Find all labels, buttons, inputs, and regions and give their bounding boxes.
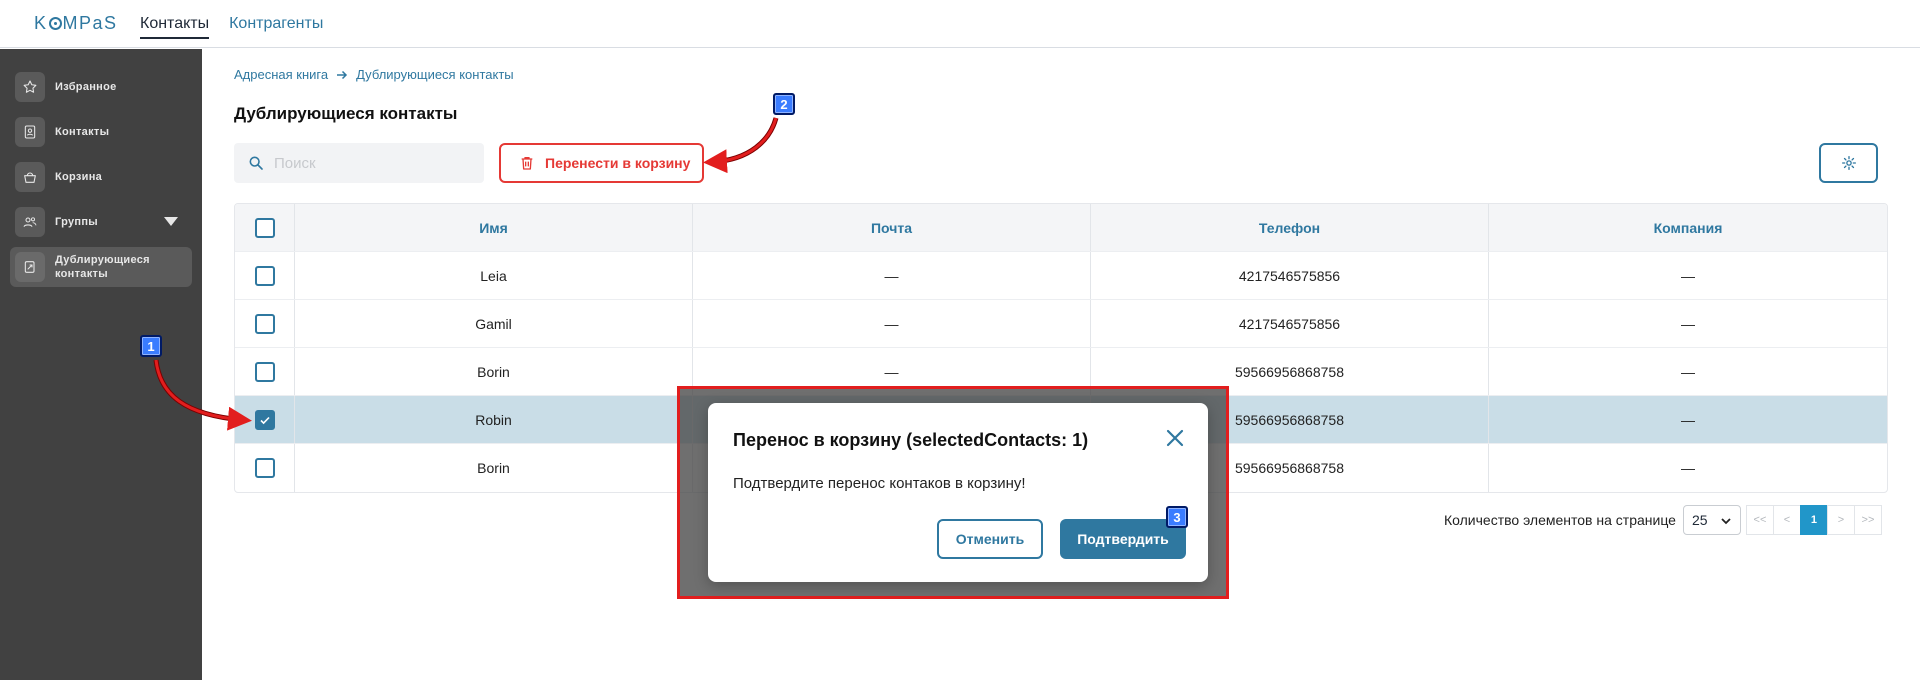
contact-card-icon [15,117,45,147]
table-row[interactable]: Leia — 4217546575856 — [235,252,1887,300]
page-size-select[interactable]: 25 [1682,505,1741,535]
sidebar: Избранное Контакты Корзина Группы Дублир… [0,49,202,680]
page-last-button[interactable]: >> [1853,505,1882,535]
page-size-label: Количество элементов на странице [1444,512,1676,528]
settings-button[interactable] [1819,143,1878,183]
chevron-down-icon[interactable] [164,217,178,226]
row-checkbox-cell [235,348,295,395]
sidebar-item-duplicates[interactable]: Дублирующиеся контакты [10,247,192,287]
column-header-company[interactable]: Компания [1489,204,1887,251]
row-checkbox[interactable] [254,313,275,334]
breadcrumb: Адресная книга Дублирующиеся контакты [234,67,514,82]
sidebar-item-label: Избранное [55,81,117,93]
chevron-down-icon [1721,518,1731,525]
cell-company: — [1681,460,1695,476]
row-checkbox-cell [235,396,295,443]
cell-phone: 4217546575856 [1091,300,1489,347]
page-number-button[interactable]: 1 [1799,505,1828,535]
breadcrumb-item-address-book[interactable]: Адресная книга [234,67,328,82]
cell-email: — [693,300,1091,347]
tab-counterparties[interactable]: Контрагенты [229,0,323,48]
breadcrumb-item-duplicates[interactable]: Дублирующиеся контакты [356,67,514,82]
annotation-badge-2: 2 [773,93,795,115]
cell-name: Gamil [295,300,693,347]
cell-company: — [1681,315,1695,332]
close-icon[interactable] [1165,428,1185,453]
row-checkbox-cell [235,300,295,347]
sidebar-item-label: Дублирующиеся контакты [55,254,150,280]
sidebar-item-contacts[interactable]: Контакты [10,112,192,152]
top-bar: K MPaS Контакты Контрагенты [0,0,1920,48]
cell-phone: 4217546575856 [1091,252,1489,299]
table-header-row: Имя Почта Телефон Компания [235,204,1887,252]
cell-company: — [1681,267,1695,284]
sidebar-item-label: Корзина [55,171,103,183]
row-checkbox-cell [235,252,295,299]
row-checkbox-cell [235,444,295,492]
cell-name: Robin [295,396,693,443]
confirm-trash-dialog: Перенос в корзину (selectedContacts: 1) … [708,403,1208,582]
page-prev-button[interactable]: < [1772,505,1801,535]
dialog-message: Подтвердите перенос контаков в корзину! [733,475,1026,492]
gear-icon [1841,156,1856,170]
column-header-email[interactable]: Почта [693,204,1091,251]
cell-company: — [1681,363,1695,380]
move-to-trash-label: Перенести в корзину [545,155,691,171]
search-input[interactable] [274,154,474,172]
row-checkbox-checked[interactable] [254,409,275,430]
cell-company: — [1681,411,1695,428]
sidebar-item-label: Контакты [55,126,110,138]
search-icon [249,156,263,170]
sidebar-item-groups[interactable]: Группы [10,202,192,242]
column-header-phone[interactable]: Телефон [1091,204,1489,251]
sidebar-item-trash[interactable]: Корзина [10,157,192,197]
group-icon [15,207,45,237]
dialog-title: Перенос в корзину (selectedContacts: 1) [733,430,1089,450]
cell-email: — [693,252,1091,299]
app-logo[interactable]: K MPaS [34,13,118,34]
checkmark-icon [259,416,270,424]
star-icon [15,72,45,102]
duplicate-icon [15,252,45,282]
move-to-trash-button[interactable]: Перенести в корзину [499,143,704,183]
page-next-button[interactable]: > [1826,505,1855,535]
annotation-badge-3: 3 [1166,506,1188,528]
page-size-value: 25 [1691,512,1708,528]
sidebar-item-label: Группы [55,216,98,228]
cell-name: Borin [295,444,693,492]
select-all-checkbox[interactable] [254,217,275,238]
sidebar-item-favorites[interactable]: Избранное [10,67,192,107]
row-checkbox[interactable] [254,361,275,382]
column-header-name[interactable]: Имя [295,204,693,251]
pagination: Количество элементов на странице 25 << <… [1444,505,1882,535]
cell-name: Borin [295,348,693,395]
table-row[interactable]: Gamil — 4217546575856 — [235,300,1887,348]
arrow-right-icon [337,70,348,79]
search-box[interactable] [234,143,484,183]
tab-contacts[interactable]: Контакты [140,0,210,48]
cell-name: Leia [295,252,693,299]
top-nav: Контакты Контрагенты [140,0,323,48]
row-checkbox[interactable] [254,265,275,286]
cancel-button[interactable]: Отменить [937,519,1043,559]
page-first-button[interactable]: << [1745,505,1774,535]
annotation-badge-1: 1 [140,335,162,357]
row-checkbox[interactable] [254,458,275,478]
trash-icon [521,157,533,170]
header-checkbox-cell [235,204,295,251]
annotation-arrow-2 [711,117,779,165]
page-title: Дублирующиеся контакты [234,104,458,123]
basket-icon [15,162,45,192]
